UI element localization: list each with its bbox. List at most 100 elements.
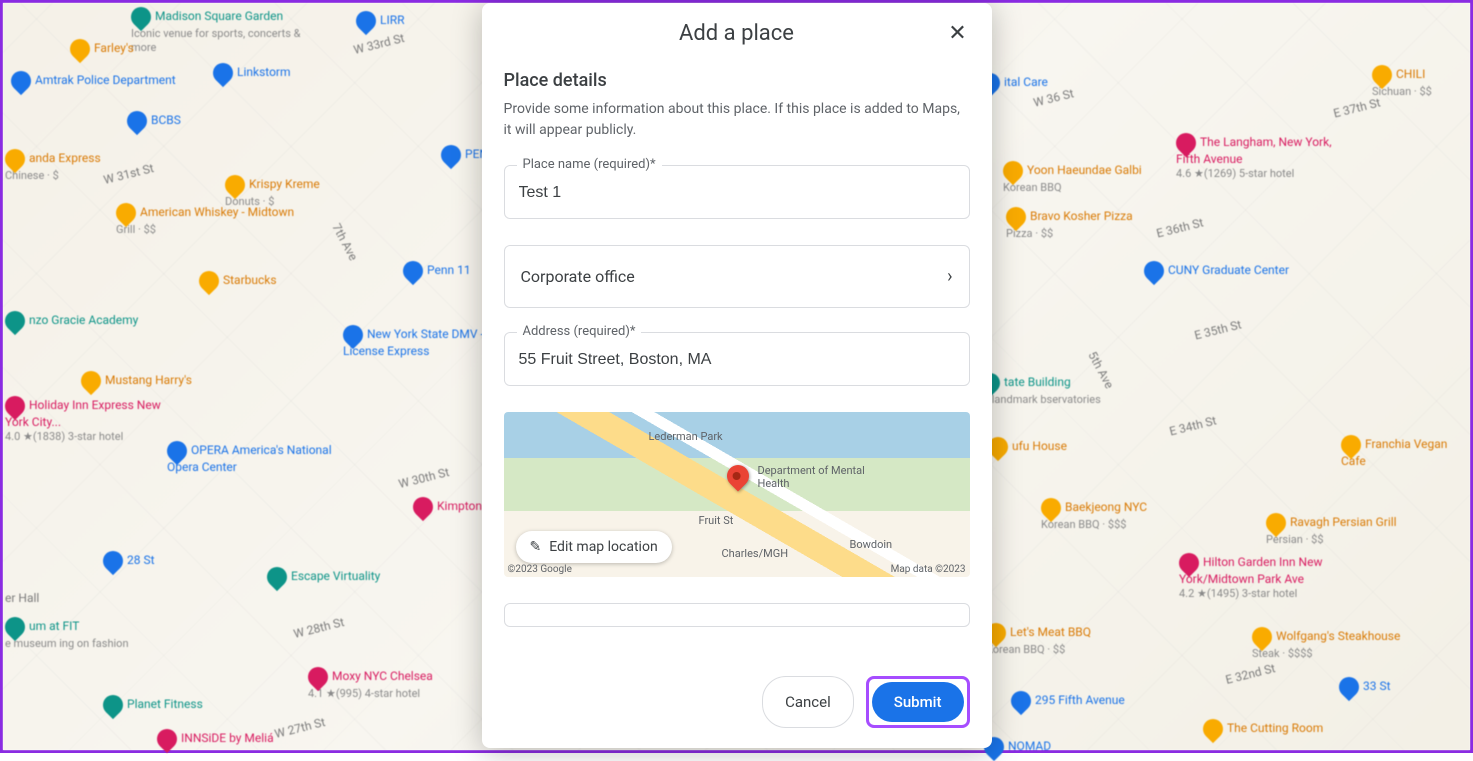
poi-title: 295 Fifth Avenue	[1035, 693, 1125, 707]
poi-title: CHILI	[1396, 67, 1425, 81]
poi-title: Let's Meat BBQ	[1010, 625, 1091, 639]
address-field[interactable]: Address (required)*	[504, 332, 970, 386]
poi-title: ufu House	[1012, 439, 1067, 453]
map-poi[interactable]: The Langham, New York, Fifth Avenue4.6 ★…	[1176, 133, 1356, 181]
map-poi[interactable]: Starbucks	[199, 271, 277, 291]
cancel-button[interactable]: Cancel	[762, 676, 854, 728]
map-poi[interactable]: um at FIT e museum ing on fashion	[5, 617, 129, 651]
street-label: W 28th St	[292, 615, 346, 641]
poi-pin-icon	[209, 59, 237, 87]
poi-title: tate Building	[1004, 375, 1071, 389]
poi-pin-icon	[352, 7, 380, 35]
map-poi[interactable]: ufu House	[988, 437, 1067, 457]
poi-title: Holiday Inn Express New York City...	[5, 398, 161, 429]
street-label: er Hall	[5, 591, 39, 605]
preview-label-charles: Charles/MGH	[722, 547, 789, 560]
place-name-field[interactable]: Place name (required)*	[504, 165, 970, 219]
poi-title: um at FIT	[29, 619, 79, 633]
address-label: Address (required)*	[517, 324, 642, 339]
map-poi[interactable]: Franchia Vegan Cafe	[1341, 435, 1470, 469]
map-poi[interactable]: Hilton Garden Inn New York/Midtown Park …	[1179, 553, 1359, 601]
address-input[interactable]	[519, 351, 955, 369]
map-poi[interactable]: American Whiskey - MidtownGrill · $$	[116, 203, 294, 237]
poi-subtitle: 4.0 ★(1838) 3-star hotel	[5, 430, 123, 443]
poi-title: OPERA America's National Opera Center	[167, 443, 332, 474]
category-select[interactable]: Corporate office ›	[504, 245, 970, 308]
map-poi[interactable]: CUNY Graduate Center	[1144, 261, 1289, 281]
poi-title: NOMAD	[1008, 739, 1051, 753]
poi-subtitle: e museum ing on fashion	[5, 637, 129, 650]
map-poi[interactable]: Planet Fitness	[103, 695, 203, 715]
poi-pin-icon	[437, 141, 465, 169]
map-poi[interactable]: Amtrak Police Department	[11, 71, 176, 91]
preview-label-dmh: Department of Mental Health	[758, 464, 868, 490]
map-poi[interactable]: Baekjeong NYCKorean BBQ · $$$	[1041, 498, 1147, 532]
map-poi[interactable]: OPERA America's National Opera Center	[167, 441, 347, 475]
poi-subtitle: Korean BBQ · $$$	[1041, 518, 1126, 531]
preview-label-lederman: Lederman Park	[649, 430, 723, 443]
poi-title: anda Express	[29, 151, 101, 165]
map-poi[interactable]: 28 St	[103, 551, 155, 571]
map-poi[interactable]: NOMAD	[984, 737, 1051, 757]
map-poi[interactable]: Penn 11	[403, 261, 471, 281]
submit-button[interactable]: Submit	[872, 682, 964, 722]
poi-pin-icon	[409, 493, 437, 521]
place-name-input[interactable]	[519, 184, 955, 202]
map-poi[interactable]: Moxy NYC Chelsea4.1 ★(995) 4-star hotel	[308, 667, 433, 701]
poi-subtitle: ry landmark bservatories	[980, 393, 1101, 406]
poi-pin-icon	[99, 691, 127, 719]
map-poi[interactable]: Ravagh Persian GrillPersian · $$	[1266, 513, 1397, 547]
close-button[interactable]: ✕	[942, 17, 974, 49]
map-poi[interactable]: Holiday Inn Express New York City...4.0 …	[5, 396, 185, 444]
map-poi[interactable]: Linkstorm	[213, 63, 291, 83]
street-label: E 35th St	[1193, 317, 1243, 342]
map-poi[interactable]: nzo Gracie Academy	[5, 311, 138, 331]
map-poi[interactable]: tate Building ry landmark bservatories	[980, 373, 1101, 407]
dialog-body[interactable]: Place details Provide some information a…	[482, 62, 992, 661]
map-poi[interactable]: anda ExpressChinese · $	[5, 149, 101, 183]
map-poi[interactable]: Escape Virtuality	[267, 567, 380, 587]
street-label: W 30th St	[397, 465, 451, 491]
poi-pin-icon	[66, 35, 94, 63]
poi-title: Planet Fitness	[127, 697, 203, 711]
poi-title: Hilton Garden Inn New York/Midtown Park …	[1179, 555, 1322, 586]
poi-subtitle: Iconic venue for sports, concerts & more	[131, 27, 300, 54]
poi-subtitle: 4.1 ★(995) 4-star hotel	[308, 687, 420, 700]
map-poi[interactable]: BCBS	[127, 111, 181, 131]
map-poi[interactable]: Bravo Kosher PizzaPizza · $$	[1006, 207, 1133, 241]
map-poi[interactable]: Mustang Harry's	[81, 371, 192, 391]
map-poi[interactable]: CHILISichuan · $$	[1372, 65, 1432, 99]
map-poi[interactable]: Kimpton	[413, 497, 482, 517]
map-poi[interactable]: Wolfgang's SteakhouseSteak · $$$$	[1252, 627, 1400, 661]
poi-pin-icon	[7, 67, 35, 95]
map-poi[interactable]: Farley's	[70, 39, 134, 59]
poi-title: Escape Virtuality	[291, 569, 380, 583]
map-preview[interactable]: Lederman Park Department of Mental Healt…	[504, 412, 970, 577]
map-poi[interactable]: Yoon Haeundae GalbiKorean BBQ	[1003, 161, 1142, 195]
poi-pin-icon	[77, 367, 105, 395]
next-field-partial[interactable]	[504, 603, 970, 627]
poi-title: The Cutting Room	[1227, 721, 1323, 735]
poi-title: Krispy Kreme	[249, 177, 320, 191]
map-poi[interactable]: 33 St	[1339, 677, 1391, 697]
map-poi[interactable]: LIRR	[356, 11, 405, 31]
poi-title: Farley's	[94, 41, 134, 55]
poi-title: Mustang Harry's	[105, 373, 192, 387]
street-label: W 27th St	[273, 715, 327, 741]
map-poi[interactable]: INNSiDE by Meliá	[157, 729, 274, 749]
chevron-right-icon: ›	[947, 266, 952, 287]
section-description: Provide some information about this plac…	[504, 99, 970, 141]
map-poi[interactable]: 295 Fifth Avenue	[1011, 691, 1125, 711]
edit-location-icon: ✎	[530, 539, 542, 555]
map-poi[interactable]: The Cutting Room	[1203, 719, 1323, 739]
edit-map-location-button[interactable]: ✎ Edit map location	[516, 531, 672, 563]
map-poi[interactable]: Madison Square GardenIconic venue for sp…	[131, 7, 311, 55]
map-attribution-left: ©2023 Google	[508, 564, 572, 575]
map-poi[interactable]: Let's Meat BBQKorean BBQ · $$	[986, 623, 1091, 657]
poi-pin-icon	[153, 725, 181, 753]
dialog-footer: Cancel Submit	[482, 661, 992, 748]
poi-title: Wolfgang's Steakhouse	[1276, 629, 1400, 643]
poi-title: New York State DMV - License Express	[343, 327, 484, 358]
poi-title: Ravagh Persian Grill	[1290, 515, 1397, 529]
close-icon: ✕	[948, 20, 966, 46]
